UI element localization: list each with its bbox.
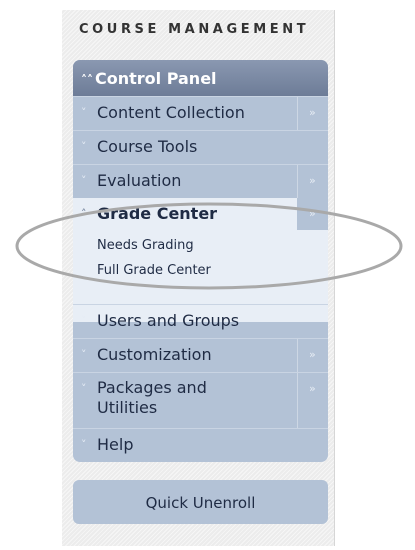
chevron-double-right-icon[interactable]: »: [309, 339, 316, 371]
menu-item-label: Content Collection: [97, 103, 245, 122]
menu-item-content-collection[interactable]: ˅ Content Collection »: [73, 96, 328, 131]
menu-item-packages-and-utilities[interactable]: ˅ Packages and Utilities »: [73, 372, 328, 429]
menu-item-course-tools[interactable]: ˅ Course Tools: [73, 130, 328, 165]
section-title: COURSE MANAGEMENT: [79, 22, 310, 37]
chevron-double-down-icon: ˅: [81, 140, 87, 153]
menu-item-label: Help: [97, 435, 134, 454]
menu-item-label: Course Tools: [97, 137, 198, 156]
menu-item-customization[interactable]: ˅ Customization »: [73, 338, 328, 373]
menu-item-users-and-groups[interactable]: ˅ Users and Groups: [73, 304, 328, 339]
quick-unenroll-button[interactable]: Quick Unenroll: [73, 480, 328, 524]
chevron-double-right-icon[interactable]: »: [309, 165, 316, 197]
chevron-double-right-icon[interactable]: »: [309, 198, 316, 230]
menu-item-label: Users and Groups: [97, 311, 240, 330]
control-panel: ˄˄ Control Panel ˅ Content Collection » ˅…: [73, 60, 328, 462]
menu-item-label: Customization: [97, 345, 212, 364]
chevron-double-right-icon[interactable]: »: [309, 97, 316, 129]
divider: [297, 165, 298, 199]
chevron-double-down-icon: ˅: [81, 382, 87, 395]
chevron-double-down-icon: ˅: [81, 348, 87, 361]
submenu-needs-grading[interactable]: Needs Grading: [97, 238, 194, 253]
divider: [297, 97, 298, 131]
divider: [297, 373, 298, 429]
chevron-double-up-icon: ˄: [81, 207, 87, 220]
chevron-double-up-icon: ˄˄: [81, 73, 93, 87]
menu-item-evaluation[interactable]: ˅ Evaluation »: [73, 164, 328, 199]
menu-item-help[interactable]: ˅ Help: [73, 428, 328, 462]
grade-center-label: Grade Center: [97, 204, 218, 223]
menu-item-label: Evaluation: [97, 171, 182, 190]
divider: [297, 339, 298, 373]
chevron-double-down-icon: ˅: [81, 106, 87, 119]
chevron-double-down-icon: ˅: [81, 174, 87, 187]
control-panel-header[interactable]: ˄˄ Control Panel: [73, 60, 328, 96]
menu-item-label-line2: Utilities: [97, 398, 158, 417]
control-panel-label: Control Panel: [95, 69, 217, 88]
chevron-double-right-icon[interactable]: »: [309, 373, 316, 405]
submenu-full-grade-center[interactable]: Full Grade Center: [97, 263, 211, 278]
chevron-double-down-icon: ˅: [81, 438, 87, 451]
chevron-double-down-icon: ˅: [81, 314, 87, 327]
